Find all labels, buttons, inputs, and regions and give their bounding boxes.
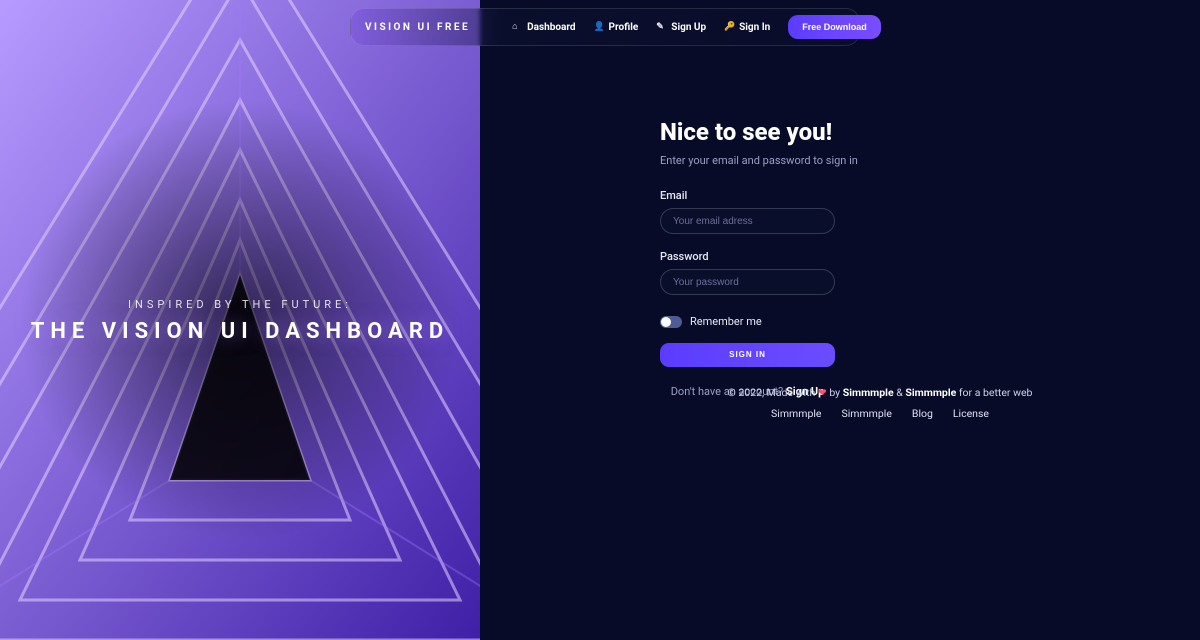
signin-panel: Nice to see you! Enter your email and pa… [660,118,1010,398]
hero-title: THE VISION UI DASHBOARD [30,319,450,344]
nav-dashboard-label: Dashboard [527,22,575,33]
nav-signup-label: Sign Up [671,22,706,33]
heart-icon: ❤ [818,386,827,399]
nav-signin[interactable]: 🔑 Sign In [724,22,770,33]
nav-signin-label: Sign In [739,22,770,33]
nav-profile-label: Profile [609,22,639,33]
nav-dashboard[interactable]: ⌂ Dashboard [512,22,575,33]
footer-copyright: © 2022, Made with ❤ by Simmmple & Simmmp… [600,386,1160,399]
signin-subtitle: Enter your email and password to sign in [660,154,1010,167]
email-input[interactable] [660,208,835,234]
footer-link-license[interactable]: License [953,407,989,420]
signup-icon: ✎ [656,22,666,32]
free-download-button[interactable]: Free Download [788,15,881,39]
email-label: Email [660,189,1010,202]
hero-panel: INSPIRED BY THE FUTURE: THE VISION UI DA… [0,0,480,640]
user-icon: 👤 [594,22,604,32]
footer-link-blog[interactable]: Blog [912,407,933,420]
nav-profile[interactable]: 👤 Profile [594,22,639,33]
hero-subtitle: INSPIRED BY THE FUTURE: [30,298,450,311]
footer-copyright-prefix: © 2022, Made with [728,386,816,399]
remember-toggle[interactable] [660,316,682,328]
footer-by: by [829,386,840,399]
footer-tagline: for a better web [959,386,1033,399]
password-input[interactable] [660,269,835,295]
footer-author-1: Simmmple [843,386,894,399]
key-icon: 🔑 [724,22,734,32]
footer-link-simmmple-1[interactable]: Simmmple [771,407,821,420]
top-nav: VISION UI FREE ⌂ Dashboard 👤 Profile ✎ S… [350,8,860,46]
footer-amp: & [896,386,903,399]
footer-link-simmmple-2[interactable]: Simmmple [841,407,891,420]
home-icon: ⌂ [512,22,522,32]
brand-logo: VISION UI FREE [365,22,470,33]
signin-button[interactable]: SIGN IN [660,343,835,367]
nav-signup[interactable]: ✎ Sign Up [656,22,706,33]
footer: © 2022, Made with ❤ by Simmmple & Simmmp… [600,386,1160,420]
footer-author-2: Simmmple [905,386,956,399]
remember-label: Remember me [690,315,762,328]
signin-heading: Nice to see you! [660,118,1010,146]
password-label: Password [660,250,1010,263]
